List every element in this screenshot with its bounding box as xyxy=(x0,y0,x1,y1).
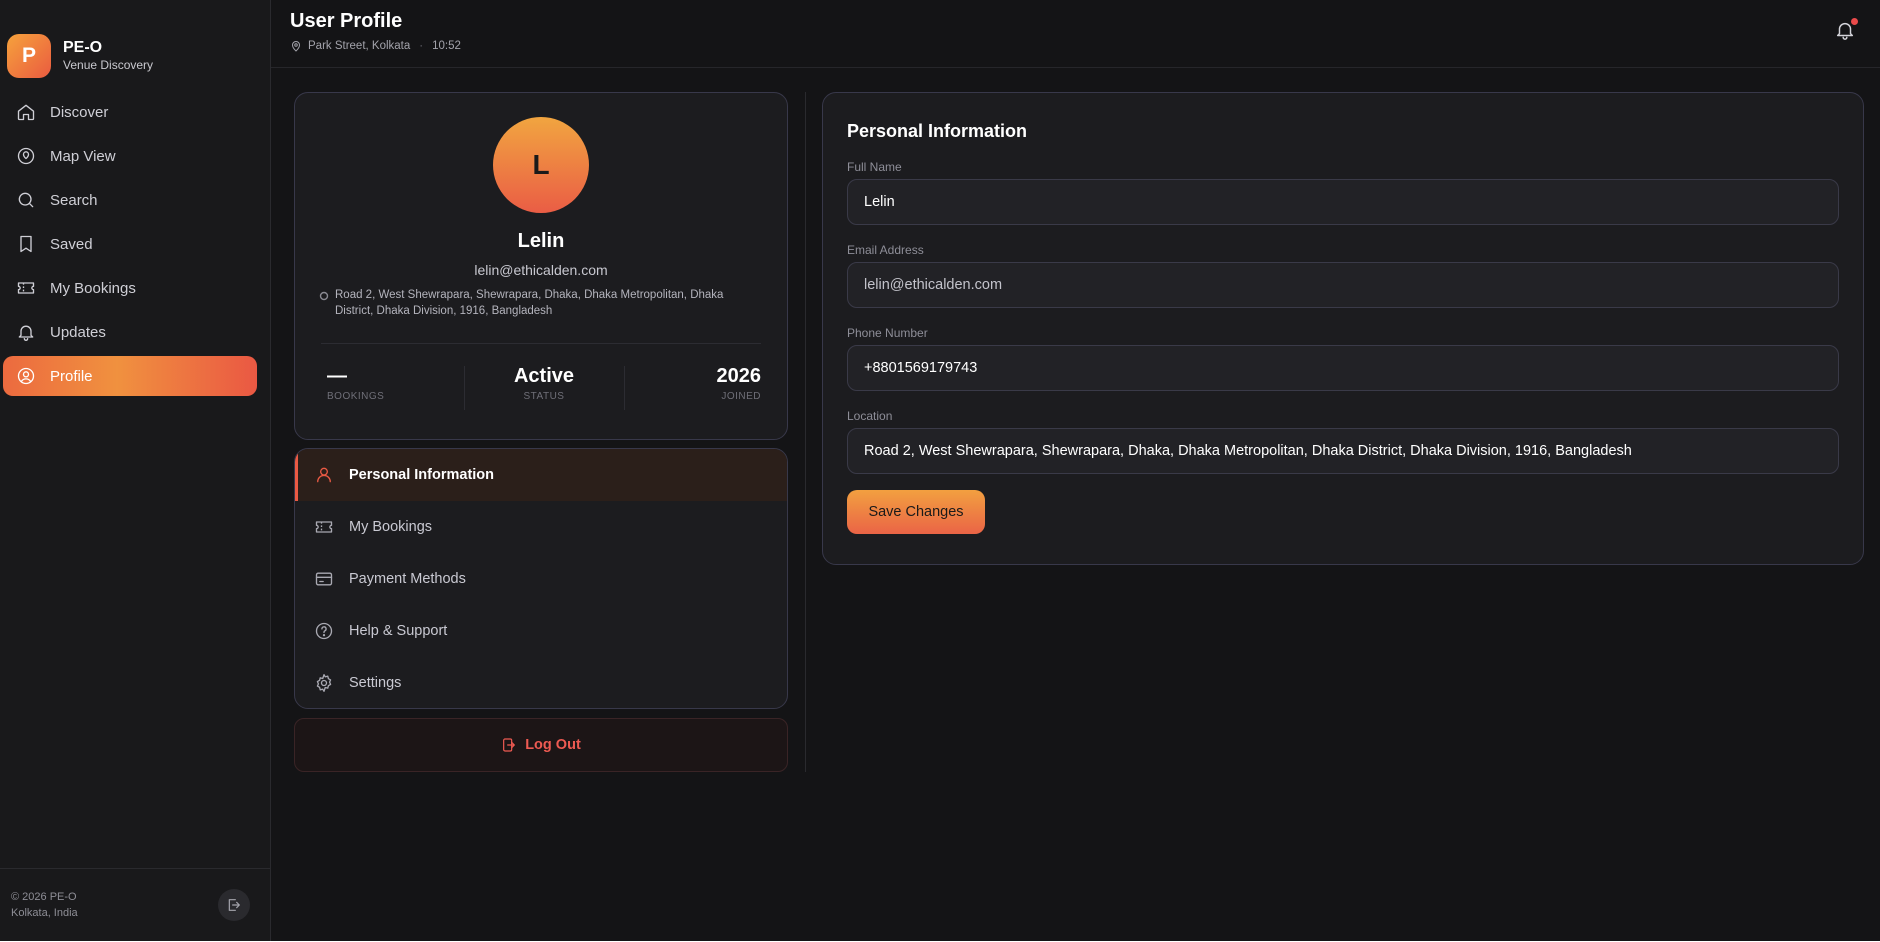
save-changes-button[interactable]: Save Changes xyxy=(847,490,985,534)
menu-item-label: Help & Support xyxy=(349,623,448,639)
section-title: Personal Information xyxy=(847,121,1028,141)
map-pin-icon xyxy=(17,147,35,165)
sidebar-item-label: Saved xyxy=(50,235,93,253)
top-bar: User Profile Park Street, Kolkata · 10:5… xyxy=(271,0,1880,68)
sidebar-item-label: Map View xyxy=(50,147,116,165)
profile-stats: — BOOKINGS Active STATUS 2026 JOINED xyxy=(321,364,761,410)
menu-item-help-support[interactable]: Help & Support xyxy=(295,605,787,657)
logout-icon xyxy=(503,738,516,752)
header-location: Park Street, Kolkata xyxy=(308,40,411,52)
bell-icon xyxy=(18,325,34,341)
brand-logo: P xyxy=(7,33,51,78)
stat-label: BOOKINGS xyxy=(327,391,385,402)
gear-icon xyxy=(316,674,332,692)
sidebar-item-search[interactable]: Search xyxy=(3,180,257,220)
help-circle-icon xyxy=(315,622,333,640)
sidebar: P PE-O Venue Discovery Discover Map View… xyxy=(0,0,271,941)
app-window: P PE-O Venue Discovery Discover Map View… xyxy=(0,0,1880,941)
field-phone: Phone Number +8801569179743 xyxy=(847,326,1839,391)
divider xyxy=(321,343,761,344)
page-title: User Profile xyxy=(290,10,403,32)
field-label: Full Name xyxy=(847,160,902,174)
sidebar-nav: Discover Map View Search Saved My Bookin… xyxy=(0,92,270,396)
notification-badge xyxy=(1851,18,1858,25)
field-label: Phone Number xyxy=(847,326,928,340)
location-dot-icon xyxy=(319,291,329,301)
phone-input[interactable]: +8801569179743 xyxy=(847,345,1839,391)
stat-value: Active xyxy=(513,365,574,387)
stat-value: 2026 xyxy=(716,365,761,387)
profile-name: Lelin xyxy=(517,230,565,252)
sidebar-item-updates[interactable]: Updates xyxy=(3,312,257,352)
logout-label: Log Out xyxy=(525,737,581,753)
logout-icon xyxy=(228,899,240,911)
sidebar-item-label: Discover xyxy=(50,103,109,121)
field-label: Email Address xyxy=(847,243,924,257)
brand[interactable]: P PE-O Venue Discovery xyxy=(0,0,270,92)
brand-name: PE-O xyxy=(63,39,103,56)
profile-email: lelin@ethicalden.com xyxy=(474,262,608,278)
stat-label: STATUS xyxy=(523,391,565,402)
user-icon xyxy=(317,467,331,483)
ticket-icon xyxy=(315,521,333,533)
menu-item-payment-methods[interactable]: Payment Methods xyxy=(295,553,787,605)
header-separator: · xyxy=(419,40,424,52)
credit-card-icon xyxy=(315,572,333,586)
sidebar-item-discover[interactable]: Discover xyxy=(3,92,257,132)
menu-item-my-bookings[interactable]: My Bookings xyxy=(295,501,787,553)
header-meta: Park Street, Kolkata · 10:52 xyxy=(290,40,1880,52)
menu-item-label: Settings xyxy=(349,675,402,691)
sidebar-footer: © 2026 PE-O Kolkata, India xyxy=(0,868,270,941)
sidebar-item-my-bookings[interactable]: My Bookings xyxy=(3,268,257,308)
bookmark-icon xyxy=(20,235,32,253)
menu-item-label: Personal Information xyxy=(349,467,495,483)
menu-item-label: Payment Methods xyxy=(349,571,466,587)
profile-address: Road 2, West Shewrapara, Shewrapara, Dha… xyxy=(319,287,763,319)
profile-card: L Lelin lelin@ethicalden.com Road 2, Wes… xyxy=(294,92,788,440)
column-divider xyxy=(805,92,806,772)
stat-bookings: — BOOKINGS xyxy=(321,364,464,402)
search-icon xyxy=(18,192,34,208)
menu-item-personal-information[interactable]: Personal Information xyxy=(295,449,787,501)
field-email: Email Address lelin@ethicalden.com xyxy=(847,243,1839,308)
full-name-input[interactable]: Lelin xyxy=(847,179,1839,225)
user-circle-icon xyxy=(17,367,35,385)
ticket-icon xyxy=(17,282,35,294)
logout-button[interactable]: Log Out xyxy=(294,718,788,772)
stat-value: — xyxy=(327,365,347,387)
location-input[interactable]: Road 2, West Shewrapara, Shewrapara, Dha… xyxy=(847,428,1839,474)
brand-subtitle: Venue Discovery xyxy=(63,58,154,72)
sidebar-item-map-view[interactable]: Map View xyxy=(3,136,257,176)
field-full-name: Full Name Lelin xyxy=(847,160,1839,225)
location-pin-icon xyxy=(291,41,301,52)
sidebar-item-label: Updates xyxy=(50,323,106,341)
notifications-button[interactable] xyxy=(1834,18,1858,43)
stat-status: Active STATUS xyxy=(463,364,625,410)
stat-joined: 2026 JOINED xyxy=(624,364,761,410)
sidebar-item-saved[interactable]: Saved xyxy=(3,224,257,264)
profile-address-text: Road 2, West Shewrapara, Shewrapara, Dha… xyxy=(335,289,724,317)
personal-info-card: Personal Information Full Name Lelin Ema… xyxy=(822,92,1864,565)
field-location: Location Road 2, West Shewrapara, Shewra… xyxy=(847,409,1839,474)
main-content: User Profile Park Street, Kolkata · 10:5… xyxy=(271,0,1880,941)
sidebar-item-label: Search xyxy=(50,191,98,209)
sidebar-item-label: My Bookings xyxy=(50,279,136,297)
avatar: L xyxy=(493,117,589,213)
menu-item-label: My Bookings xyxy=(349,519,433,535)
email-input[interactable]: lelin@ethicalden.com xyxy=(847,262,1839,308)
menu-item-settings[interactable]: Settings xyxy=(295,657,787,708)
sidebar-item-label: Profile xyxy=(50,367,93,385)
header-time: 10:52 xyxy=(432,40,461,52)
sidebar-item-profile[interactable]: Profile xyxy=(3,356,257,396)
field-label: Location xyxy=(847,409,893,423)
home-icon xyxy=(17,104,35,121)
profile-menu: Personal Information My Bookings Payment… xyxy=(294,448,788,709)
stat-label: JOINED xyxy=(721,391,761,402)
sidebar-logout-button[interactable] xyxy=(218,889,250,921)
